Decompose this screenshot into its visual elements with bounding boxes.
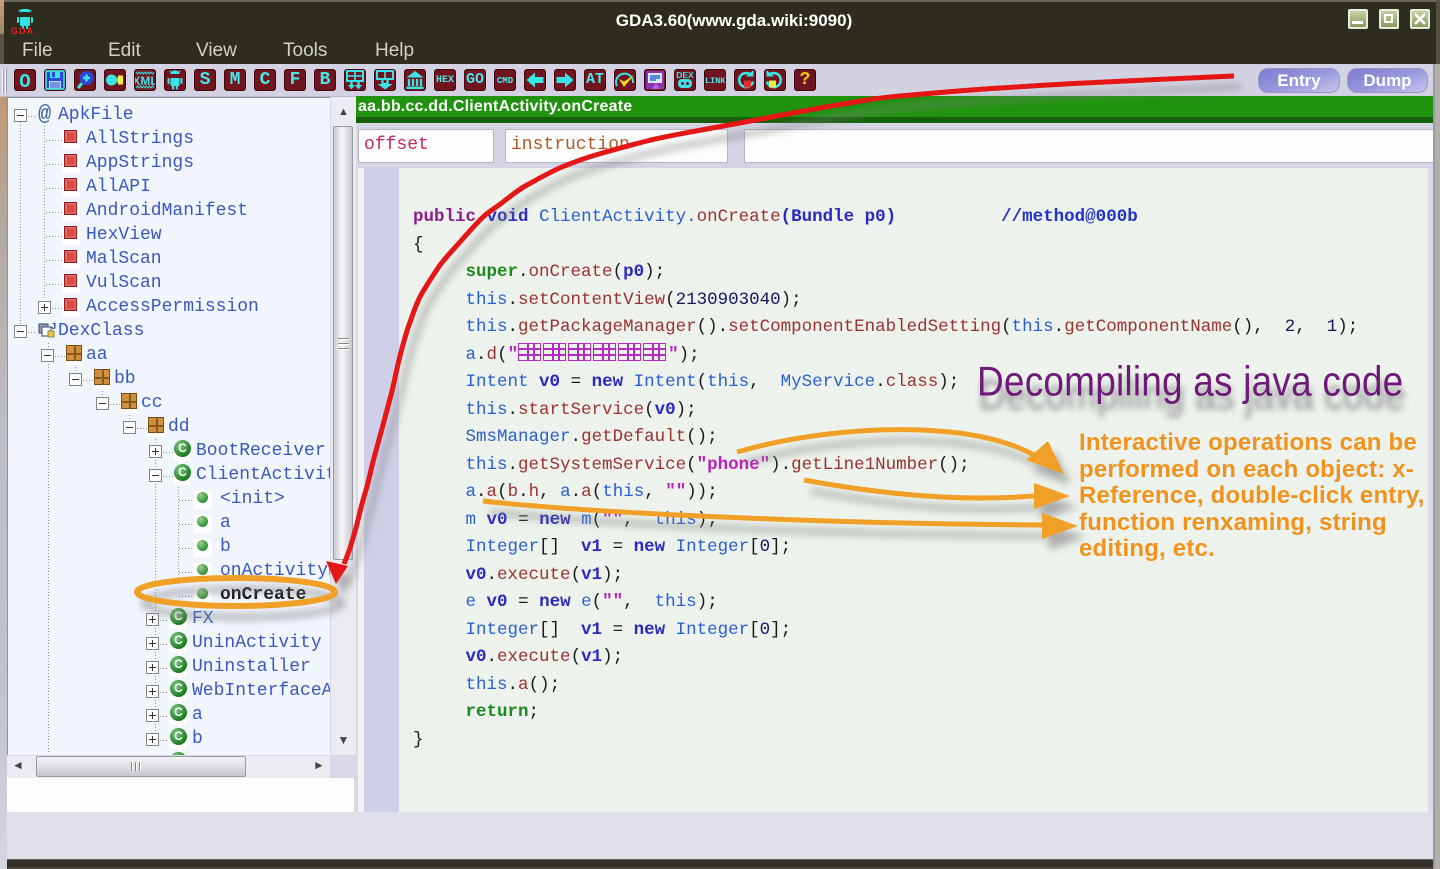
svg-text:DEX: DEX [676, 70, 694, 80]
svg-text:J: J [51, 322, 56, 332]
svg-text:O: O [19, 71, 30, 90]
svg-text:XML: XML [135, 74, 155, 88]
